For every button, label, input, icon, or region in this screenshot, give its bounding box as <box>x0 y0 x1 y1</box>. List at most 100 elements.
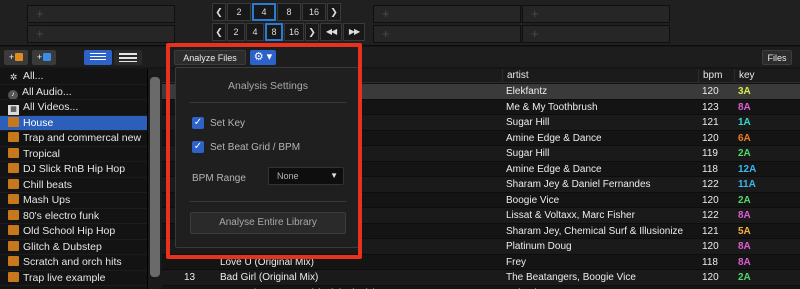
list-view-button[interactable] <box>84 50 112 65</box>
table-row[interactable]: 14 I Got What You Need (Original Mix)Kolo… <box>162 285 800 289</box>
track-bpm: 121 <box>702 225 719 237</box>
list-view-icon <box>90 53 106 62</box>
sidebar-item[interactable]: Old School Hip Hop <box>0 224 147 240</box>
plus-icon: + <box>8 52 15 62</box>
sidebar-item[interactable]: Glitch & Dubstep <box>0 240 147 255</box>
sidebar-item[interactable]: Trap live example <box>0 271 147 286</box>
loop-length-button-selected[interactable]: 4 <box>252 3 276 21</box>
sidebar-item[interactable]: ▦ All Videos... <box>0 100 147 116</box>
deck-area: + + + + + + ❮ 2 4 8 16 ❯ ❮ 2 4 8 16 ❯ ◀◀… <box>0 0 800 46</box>
track-bpm: 120 <box>702 194 719 206</box>
sidebar-item[interactable]: Scratch and orch hits <box>0 255 147 271</box>
column-header-artist[interactable]: artist <box>502 69 698 83</box>
sidebar-scrollbar[interactable] <box>148 69 162 289</box>
set-beat-grid-checkbox[interactable]: ✓ <box>192 141 204 153</box>
track-title: Bad Girl (Original Mix) <box>220 272 319 283</box>
sidebar-item[interactable]: Chill beats <box>0 178 147 193</box>
loop-next-button[interactable]: ❯ <box>327 3 341 21</box>
deck-slot-3[interactable]: + <box>373 5 521 23</box>
deck-slot-6[interactable]: + <box>522 25 670 43</box>
track-key: 3A <box>738 86 751 97</box>
table-row[interactable]: 13 Bad Girl (Original Mix) The Beatangers,… <box>162 270 800 286</box>
crate-icon <box>8 194 19 204</box>
crate-icon <box>8 209 19 220</box>
roll-next-button[interactable]: ❯ <box>305 23 319 41</box>
column-header-key[interactable]: key <box>734 69 800 83</box>
scrollbar-thumb[interactable] <box>150 77 160 277</box>
roll-length-button[interactable]: 2 <box>227 23 245 41</box>
track-key: 2A <box>738 194 751 206</box>
track-key: 8A <box>734 286 800 289</box>
sidebar-item-label: All Videos... <box>23 101 79 113</box>
track-artist: Sugar Hill <box>506 117 550 128</box>
shift-forward-button[interactable]: ▶▶ <box>343 23 365 41</box>
files-button[interactable]: Files <box>762 50 792 65</box>
sidebar-item[interactable]: ♪ All Audio... <box>0 85 147 100</box>
loop-length-button[interactable]: 2 <box>227 3 251 21</box>
checkmark-icon: ✓ <box>193 117 203 128</box>
analyze-files-button[interactable]: Analyze Files <box>174 50 246 65</box>
sidebar-item[interactable]: 80's electro funk <box>0 209 147 224</box>
track-key: 11A <box>738 179 756 190</box>
sidebar-item[interactable]: Tropical <box>0 147 147 162</box>
bpm-range-select[interactable]: None ▼ <box>268 167 344 185</box>
crate-sidebar: ✲ All... ♪ All Audio... ▦ All Videos... House T… <box>0 69 148 289</box>
roll-length-button[interactable]: 16 <box>284 23 304 41</box>
bpm-range-label: BPM Range <box>192 173 246 184</box>
track-title: Love U (Original Mix) <box>220 256 314 268</box>
sidebar-item-label: All Audio... <box>22 85 72 98</box>
loop-length-button[interactable]: 16 <box>302 3 326 21</box>
add-crate-button[interactable]: + <box>4 50 28 65</box>
sidebar-item-label: Scratch and orch hits <box>23 256 122 268</box>
deck-slot-4[interactable]: + <box>373 25 521 43</box>
track-number: 13 <box>184 272 196 283</box>
track-bpm: 120 <box>702 241 719 252</box>
sidebar-item[interactable]: Trap and commercal new <box>0 131 147 147</box>
track-artist: Amine Edge & Dance <box>506 163 602 175</box>
track-bpm: 123 <box>702 101 719 113</box>
track-bpm: 118 <box>702 163 718 175</box>
roll-prev-button[interactable]: ❮ <box>212 23 226 41</box>
crate-icon <box>8 147 19 158</box>
crate-icon <box>8 256 19 266</box>
crate-icon <box>15 53 24 61</box>
divider <box>190 201 346 202</box>
set-beat-grid-label[interactable]: Set Beat Grid / BPM <box>210 142 300 153</box>
deck-slot-5[interactable]: + <box>522 5 670 23</box>
track-artist: Sharam Jey & Daniel Fernandes <box>506 179 651 190</box>
library-toolbar: + + Analyze Files ⚙ ▾ Files <box>0 47 800 67</box>
detail-view-button[interactable] <box>114 50 142 65</box>
column-header-bpm[interactable]: bpm <box>698 69 734 83</box>
sidebar-item-label: All... <box>23 70 44 82</box>
analysis-settings-button[interactable]: ⚙ ▾ <box>250 50 276 65</box>
sidebar-item-label: Old School Hip Hop <box>23 225 116 237</box>
sidebar-item[interactable]: House <box>0 115 147 131</box>
loop-length-button[interactable]: 8 <box>277 3 301 21</box>
chevron-down-icon: ▼ <box>330 171 338 180</box>
checkmark-icon: ✓ <box>193 141 203 152</box>
track-artist: Sugar Hill <box>506 148 550 159</box>
deck-slot-1[interactable]: + <box>27 5 175 23</box>
table-row[interactable]: Love U (Original Mix) Frey 118 8A <box>162 254 800 270</box>
sidebar-item-label: Glitch & Dubstep <box>23 240 102 253</box>
sidebar-item[interactable]: Mash Ups <box>0 193 147 209</box>
sidebar-item[interactable]: DJ Slick RnB Hip Hop <box>0 162 147 178</box>
analyse-entire-library-button[interactable]: Analyse Entire Library <box>190 212 346 234</box>
gear-icon: ⚙ ▾ <box>253 51 273 63</box>
set-key-checkbox[interactable]: ✓ <box>192 117 204 129</box>
sidebar-item-label: DJ Slick RnB Hip Hop <box>23 163 126 175</box>
sidebar-item[interactable]: ✲ All... <box>0 69 147 85</box>
add-smart-crate-button[interactable]: + <box>32 50 56 65</box>
divider <box>190 102 346 103</box>
track-artist: Elekfantz <box>506 86 548 97</box>
shift-back-button[interactable]: ◀◀ <box>320 23 342 41</box>
deck-slot-2[interactable]: + <box>27 25 175 43</box>
sidebar-item-label: Tropical <box>23 147 60 160</box>
track-artist: Boogie Vice <box>506 194 560 206</box>
roll-length-button[interactable]: 4 <box>246 23 264 41</box>
loop-prev-button[interactable]: ❮ <box>212 3 226 21</box>
roll-length-button-selected[interactable]: 8 <box>265 23 283 41</box>
set-key-label[interactable]: Set Key <box>210 118 245 129</box>
crate-icon <box>8 271 19 282</box>
track-bpm: 120 <box>702 86 719 97</box>
